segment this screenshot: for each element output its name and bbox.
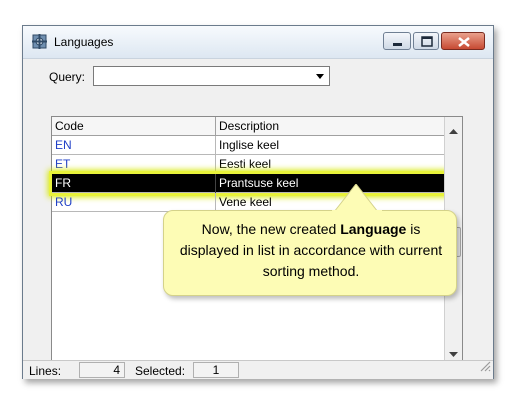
row-divider — [215, 155, 216, 174]
row-description: Eesti keel — [219, 157, 272, 171]
row-description: Vene keel — [219, 195, 272, 209]
languages-app-icon — [32, 34, 47, 49]
row-divider — [215, 174, 216, 193]
callout-pointer — [332, 184, 382, 214]
resize-grip-icon[interactable] — [479, 359, 491, 377]
selected-count: 1 — [193, 362, 239, 378]
row-description: Prantsuse keel — [219, 176, 299, 190]
row-description: Inglise keel — [219, 138, 280, 152]
minimize-button[interactable] — [383, 32, 411, 50]
lines-count: 4 — [79, 362, 125, 378]
maximize-button[interactable] — [413, 32, 439, 50]
table-row[interactable]: ET Eesti keel — [52, 155, 446, 174]
row-code: RU — [55, 195, 73, 209]
callout-text-bold: Language — [340, 221, 407, 237]
close-button[interactable] — [441, 32, 485, 50]
row-code: EN — [55, 138, 72, 152]
query-dropdown[interactable] — [93, 66, 330, 86]
tooltip-callout: Now, the new created Language is display… — [163, 184, 457, 296]
chevron-down-icon[interactable] — [313, 69, 327, 83]
status-bar: Lines: 4 Selected: 1 — [23, 360, 493, 379]
column-header-description[interactable]: Description — [219, 119, 279, 133]
selected-label: Selected: — [135, 364, 186, 378]
row-code: ET — [55, 157, 71, 171]
window-title: Languages — [54, 35, 114, 49]
title-bar[interactable]: Languages — [23, 26, 493, 59]
column-header-code[interactable]: Code — [55, 119, 84, 133]
table-row[interactable]: EN Inglise keel — [52, 136, 446, 155]
callout-text: Now, the new created Language is display… — [172, 219, 450, 282]
query-input[interactable] — [96, 68, 306, 84]
row-code: FR — [55, 176, 71, 190]
lines-label: Lines: — [29, 364, 62, 378]
list-header: Code Description — [52, 117, 446, 136]
query-label: Query: — [49, 70, 86, 84]
callout-text-before: Now, the new created — [201, 221, 341, 237]
scroll-up-icon[interactable] — [449, 122, 458, 140]
column-divider[interactable] — [215, 117, 216, 135]
row-divider — [215, 136, 216, 155]
